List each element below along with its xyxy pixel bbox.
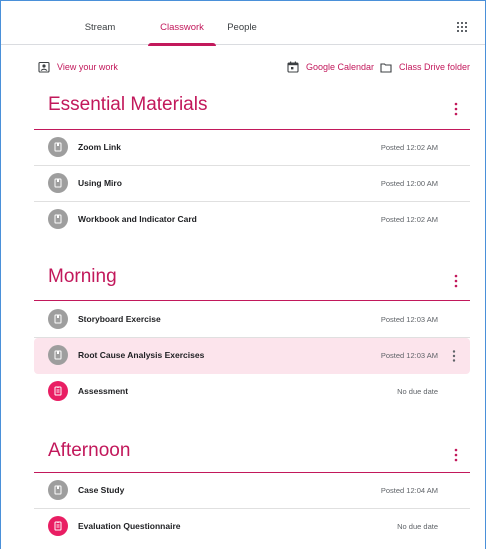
item-due-date: No due date (397, 522, 438, 531)
list-item[interactable]: Assessment No due date (34, 374, 470, 410)
material-icon (48, 209, 68, 229)
list-item[interactable]: Evaluation Questionnaire No due date (34, 509, 470, 545)
tab-classwork[interactable]: Classwork (148, 0, 216, 46)
tab-classwork-label: Classwork (160, 22, 204, 33)
list-item[interactable]: Zoom Link Posted 12:02 AM (34, 130, 470, 166)
more-vert-icon[interactable] (454, 102, 458, 116)
assignment-icon (48, 381, 68, 401)
item-title: Assessment (78, 386, 129, 396)
top-nav: Stream Classwork People (0, 0, 486, 46)
tab-stream[interactable]: Stream (70, 0, 130, 45)
more-vert-icon[interactable] (454, 448, 458, 462)
item-posted-time: Posted 12:03 AM (380, 351, 438, 360)
view-your-work-label: View your work (57, 62, 118, 72)
more-vert-icon[interactable] (452, 350, 456, 362)
item-posted-time: Posted 12:00 AM (380, 179, 438, 188)
section-title: Essential Materials (48, 94, 208, 115)
section-divider (34, 300, 470, 301)
list-item[interactable]: Workbook and Indicator Card Posted 12:02… (34, 202, 470, 238)
item-posted-time: Posted 12:02 AM (380, 215, 438, 224)
item-title: Case Study (78, 485, 125, 495)
item-posted-time: Posted 12:02 AM (380, 143, 438, 152)
list-item[interactable]: Root Cause Analysis Exercises Posted 12:… (34, 338, 470, 374)
item-posted-time: Posted 12:04 AM (380, 486, 438, 495)
view-your-work-button[interactable]: View your work (38, 58, 118, 76)
topic-section-afternoon: Afternoon Case Study Posted 12:04 AM Eva… (34, 440, 470, 548)
item-title: Evaluation Questionnaire (78, 521, 181, 531)
section-title: Afternoon (48, 440, 131, 461)
folder-icon (380, 62, 392, 73)
material-icon (48, 173, 68, 193)
item-posted-time: Posted 12:03 AM (380, 315, 438, 324)
item-title: Storyboard Exercise (78, 314, 161, 324)
topic-section-essential-materials: Essential Materials Zoom Link Posted 12:… (34, 94, 470, 234)
list-item[interactable]: Storyboard Exercise Posted 12:03 AM (34, 302, 470, 338)
item-title: Root Cause Analysis Exercises (78, 350, 205, 360)
class-drive-folder-label: Class Drive folder (399, 62, 471, 72)
list-item[interactable]: Using Miro Posted 12:00 AM (34, 166, 470, 202)
active-tab-indicator (148, 43, 216, 46)
classwork-actions: View your work Google Calendar Class Dri… (0, 58, 486, 78)
tab-people-label: People (227, 22, 257, 33)
material-icon (48, 345, 68, 365)
material-icon (48, 137, 68, 157)
item-title: Workbook and Indicator Card (78, 214, 197, 224)
more-vert-icon[interactable] (454, 274, 458, 288)
item-title: Zoom Link (78, 142, 121, 152)
apps-grid-icon[interactable] (457, 22, 467, 32)
google-calendar-button[interactable]: Google Calendar (287, 58, 374, 76)
tab-stream-label: Stream (84, 22, 116, 33)
calendar-icon (287, 61, 299, 73)
material-icon (48, 309, 68, 329)
tab-people[interactable]: People (218, 0, 266, 45)
item-due-date: No due date (397, 387, 438, 396)
item-title: Using Miro (78, 178, 122, 188)
assignment-icon (48, 516, 68, 536)
list-item[interactable]: Case Study Posted 12:04 AM (34, 473, 470, 509)
topic-section-morning: Morning Storyboard Exercise Posted 12:03… (34, 266, 470, 410)
section-title: Morning (48, 266, 117, 287)
assignment-ind-icon (38, 61, 50, 73)
material-icon (48, 480, 68, 500)
class-drive-folder-button[interactable]: Class Drive folder (380, 58, 470, 76)
google-calendar-label: Google Calendar (306, 62, 375, 72)
